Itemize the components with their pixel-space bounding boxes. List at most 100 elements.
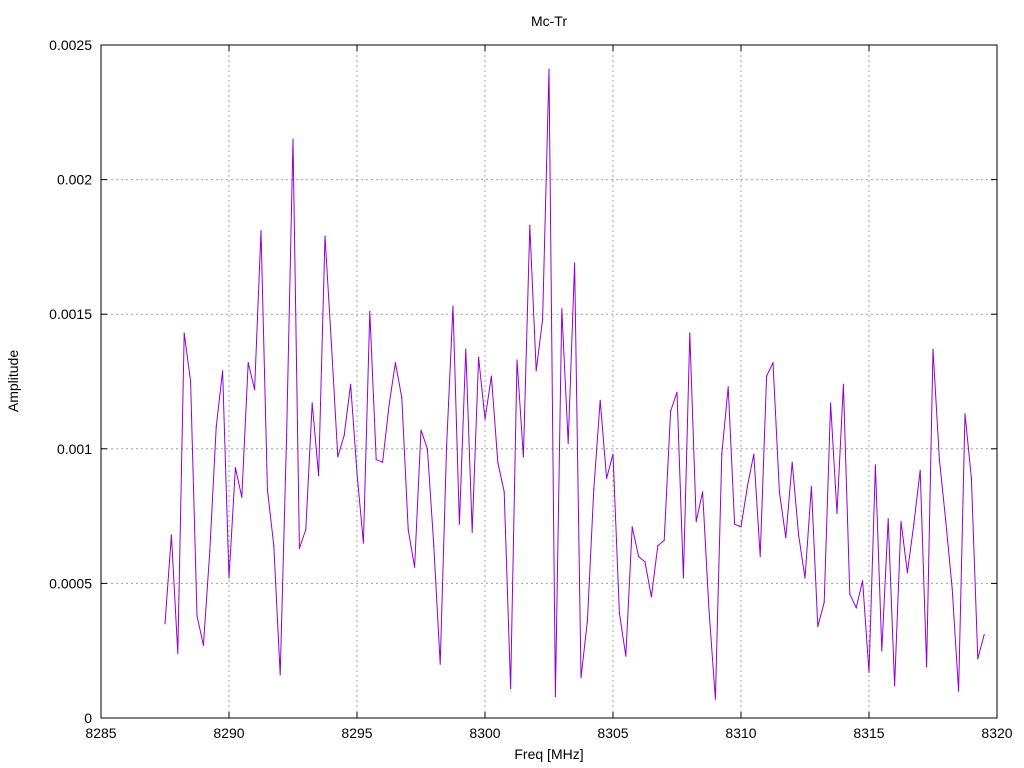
data-point [343,434,345,436]
data-point [369,310,371,313]
data-point [401,397,403,399]
data-point [529,224,531,226]
data-point [554,695,557,698]
data-point [426,448,428,450]
data-point [830,402,832,404]
data-point [798,534,800,536]
data-point [772,362,774,364]
data-point [183,332,185,334]
data-point [913,523,915,525]
data-point [849,593,851,595]
data-point [919,469,921,471]
data-point [612,453,614,455]
x-tick-labels: 8285 8290 8295 8300 8305 8310 8315 8320 [85,725,1012,741]
data-point [932,348,934,350]
data-point [906,572,909,574]
data-point [983,633,985,636]
data-point [823,601,825,603]
data-point [222,370,224,372]
data-point [868,671,870,673]
data-point [452,305,454,307]
data-point [599,399,601,401]
data-point [382,461,384,463]
data-point [497,461,499,463]
data-point [535,370,537,372]
data-point [305,528,307,531]
data-point [561,308,563,310]
data-point [753,453,755,455]
data-point [433,545,435,547]
line-chart: 8285 8290 8295 8300 8305 8310 8315 8320 0 0.0005… [5,13,1013,762]
data-point [663,539,665,541]
data-point [458,523,460,525]
data-point [266,488,268,490]
data-point [958,690,960,692]
x-tick-label: 8305 [597,725,628,741]
data-point [311,402,313,404]
data-point [862,580,864,582]
data-point [330,343,332,345]
data-point [471,531,473,533]
x-axis-label: Freq [MHz] [514,746,583,762]
data-point [446,445,448,447]
data-point [254,388,256,391]
data-point [298,547,300,550]
data-point [407,528,409,531]
data-point [209,550,211,552]
data-point [164,623,166,625]
data-point [759,555,761,558]
y-tick-label: 0.0015 [49,306,92,322]
data-point [273,545,275,547]
data-point [586,620,589,622]
data-point [938,458,941,461]
y-tick-label: 0 [84,710,92,726]
data-point [695,520,697,523]
data-point [420,429,422,431]
series-line [164,69,985,700]
data-point [714,698,717,700]
data-point [484,418,486,420]
data-point [618,612,621,614]
data-point [945,520,947,523]
data-point [260,230,262,232]
x-tick-label: 8290 [213,725,244,741]
data-point [842,383,845,385]
axis-ticks [100,44,998,719]
data-point [522,456,525,458]
data-point [855,607,857,609]
data-point [887,518,889,520]
data-point [228,577,230,579]
data-point [650,596,653,598]
data-point [196,615,198,617]
data-point [215,426,217,428]
data-point [702,491,704,493]
data-point [542,318,544,321]
data-point [510,687,512,689]
data-point [503,491,505,493]
x-tick-label: 8310 [725,725,756,741]
x-tick-label: 8320 [981,725,1012,741]
data-point [324,235,326,237]
data-point [900,520,902,523]
data-point [766,375,768,377]
data-point [657,545,659,547]
data-point [810,485,813,488]
x-tick-label: 8300 [469,725,500,741]
data-point [190,380,192,383]
chart-title: Mc-Tr [531,13,567,29]
x-tick-label: 8295 [341,725,372,741]
data-point [567,442,569,445]
y-axis-label: Amplitude [5,350,21,412]
data-point [964,413,966,415]
data-point [874,464,877,466]
y-tick-label: 0.0005 [49,575,92,591]
data-point [375,458,377,461]
data-point [388,405,390,407]
data-point [247,362,249,364]
data-point [881,650,883,652]
data-point [689,332,691,334]
data-point [778,491,781,493]
data-point [279,674,281,676]
y-tick-labels: 0 0.0005 0.001 0.0015 0.002 0.0025 [49,37,92,726]
data-point [414,566,416,568]
